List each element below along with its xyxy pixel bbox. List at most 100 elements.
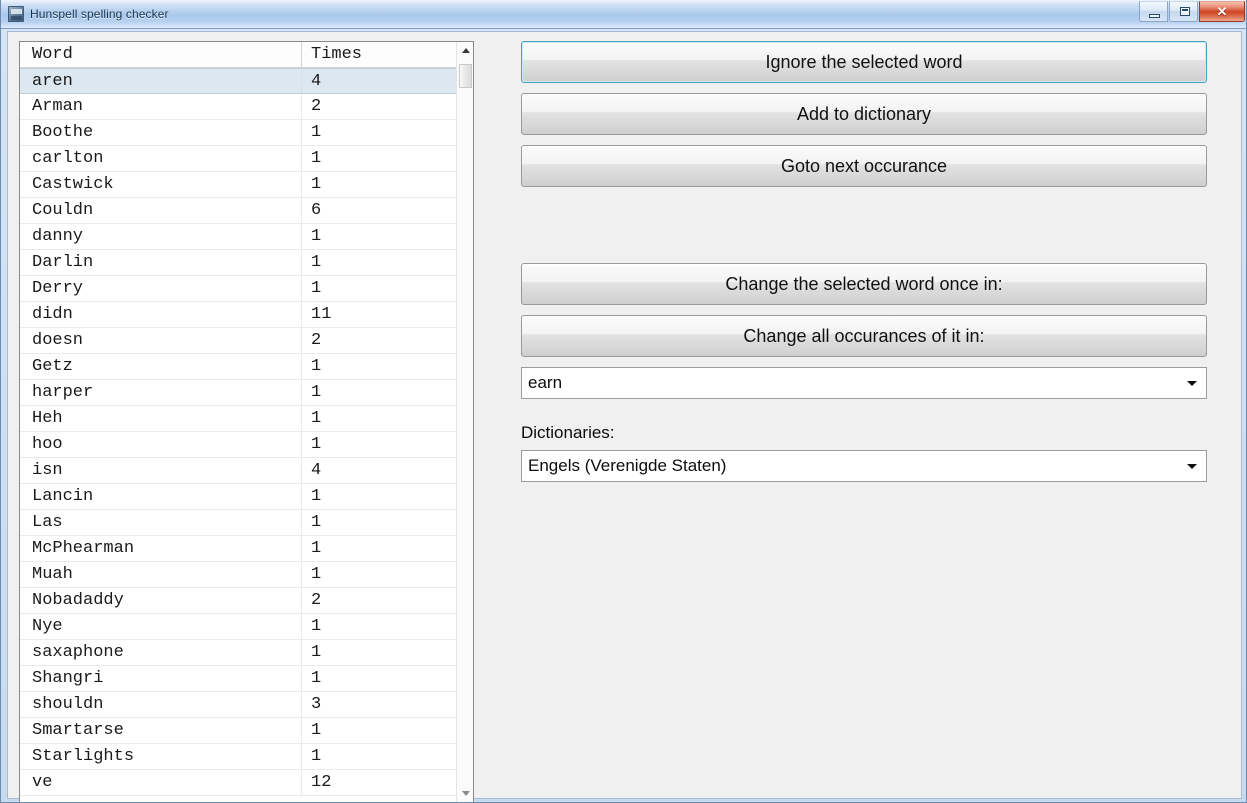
table-row[interactable]: Boothe1 [20, 120, 456, 146]
table-row[interactable]: hoo1 [20, 432, 456, 458]
cell-times: 1 [301, 718, 456, 743]
table-row[interactable]: Las1 [20, 510, 456, 536]
word-list-scrollbar[interactable] [456, 42, 473, 802]
cell-times: 2 [301, 94, 456, 119]
cell-times: 1 [301, 276, 456, 301]
table-row[interactable]: ve12 [20, 770, 456, 796]
word-list-header: WordTimes [20, 42, 456, 68]
column-header-times[interactable]: Times [301, 42, 456, 67]
change-once-button[interactable]: Change the selected word once in: [521, 263, 1207, 305]
table-row[interactable]: didn11 [20, 302, 456, 328]
table-row[interactable]: Nye1 [20, 614, 456, 640]
table-row[interactable]: Smartarse1 [20, 718, 456, 744]
cell-word: Lancin [20, 487, 301, 506]
add-to-dictionary-button[interactable]: Add to dictionary [521, 93, 1207, 135]
cell-times: 1 [301, 562, 456, 587]
cell-times: 1 [301, 354, 456, 379]
table-row[interactable]: Starlights1 [20, 744, 456, 770]
table-row[interactable]: Castwick1 [20, 172, 456, 198]
cell-word: isn [20, 461, 301, 480]
cell-word: Getz [20, 357, 301, 376]
title-bar: Hunspell spelling checker ✕ [1, 0, 1247, 29]
cell-times: 1 [301, 172, 456, 197]
scroll-up-button[interactable] [457, 42, 474, 59]
table-row[interactable]: Nobadaddy2 [20, 588, 456, 614]
table-row[interactable]: Couldn6 [20, 198, 456, 224]
dictionary-value: Engels (Verenigde Staten) [522, 456, 726, 476]
cell-word: McPhearman [20, 539, 301, 558]
minimize-button[interactable] [1139, 1, 1168, 22]
minimize-icon [1149, 14, 1160, 18]
column-header-word[interactable]: Word [20, 45, 301, 64]
actions-pane: Ignore the selected word Add to dictiona… [521, 41, 1213, 803]
cell-times: 1 [301, 744, 456, 769]
chevron-down-icon [1187, 464, 1197, 469]
table-row[interactable]: shouldn3 [20, 692, 456, 718]
table-row[interactable]: Darlin1 [20, 250, 456, 276]
suggestion-value: earn [522, 373, 562, 393]
table-row[interactable]: isn4 [20, 458, 456, 484]
cell-times: 6 [301, 198, 456, 223]
cell-times: 1 [301, 250, 456, 275]
cell-word: Derry [20, 279, 301, 298]
cell-word: carlton [20, 149, 301, 168]
cell-word: Castwick [20, 175, 301, 194]
scroll-up-icon [462, 48, 470, 53]
maximize-button[interactable] [1169, 1, 1198, 22]
cell-times: 1 [301, 432, 456, 457]
goto-next-occurance-button[interactable]: Goto next occurance [521, 145, 1207, 187]
cell-word: danny [20, 227, 301, 246]
dictionaries-label: Dictionaries: [521, 423, 1213, 443]
cell-times: 1 [301, 614, 456, 639]
cell-times: 12 [301, 770, 456, 795]
cell-word: saxaphone [20, 643, 301, 662]
change-all-button[interactable]: Change all occurances of it in: [521, 315, 1207, 357]
table-row[interactable]: Derry1 [20, 276, 456, 302]
cell-word: Nobadaddy [20, 591, 301, 610]
cell-word: didn [20, 305, 301, 324]
cell-times: 4 [301, 69, 456, 93]
table-row[interactable]: Muah1 [20, 562, 456, 588]
scrollbar-thumb[interactable] [459, 64, 472, 88]
chevron-down-icon [1187, 381, 1197, 386]
cell-word: Starlights [20, 747, 301, 766]
dictionary-combobox[interactable]: Engels (Verenigde Staten) [521, 450, 1207, 482]
cell-word: doesn [20, 331, 301, 350]
table-row[interactable]: saxaphone1 [20, 640, 456, 666]
table-row[interactable]: McPhearman1 [20, 536, 456, 562]
cell-word: Heh [20, 409, 301, 428]
cell-times: 1 [301, 120, 456, 145]
table-row[interactable]: carlton1 [20, 146, 456, 172]
table-row[interactable]: aren4 [20, 68, 456, 94]
table-row[interactable]: Getz1 [20, 354, 456, 380]
table-row[interactable]: harper1 [20, 380, 456, 406]
close-button[interactable]: ✕ [1199, 1, 1245, 22]
table-row[interactable]: Arman2 [20, 94, 456, 120]
cell-times: 1 [301, 536, 456, 561]
cell-times: 11 [301, 302, 456, 327]
word-list[interactable]: WordTimesaren4Arman2Boothe1carlton1Castw… [20, 42, 456, 802]
scroll-down-icon [462, 791, 470, 796]
cell-word: Shangri [20, 669, 301, 688]
table-row[interactable]: doesn2 [20, 328, 456, 354]
cell-times: 1 [301, 666, 456, 691]
ignore-word-button[interactable]: Ignore the selected word [521, 41, 1207, 83]
cell-word: shouldn [20, 695, 301, 714]
table-row[interactable]: danny1 [20, 224, 456, 250]
cell-times: 3 [301, 692, 456, 717]
cell-word: ve [20, 773, 301, 792]
table-row[interactable]: Lancin1 [20, 484, 456, 510]
cell-word: aren [20, 72, 301, 91]
cell-times: 2 [301, 328, 456, 353]
table-row[interactable]: Shangri1 [20, 666, 456, 692]
application-window: Hunspell spelling checker ✕ WordTimesare… [0, 0, 1247, 803]
suggestion-combobox[interactable]: earn [521, 367, 1207, 399]
table-row[interactable]: Heh1 [20, 406, 456, 432]
cell-word: Darlin [20, 253, 301, 272]
cell-times: 1 [301, 224, 456, 249]
cell-word: Muah [20, 565, 301, 584]
cell-word: Las [20, 513, 301, 532]
cell-times: 1 [301, 380, 456, 405]
cell-word: hoo [20, 435, 301, 454]
scroll-down-button[interactable] [457, 785, 474, 802]
